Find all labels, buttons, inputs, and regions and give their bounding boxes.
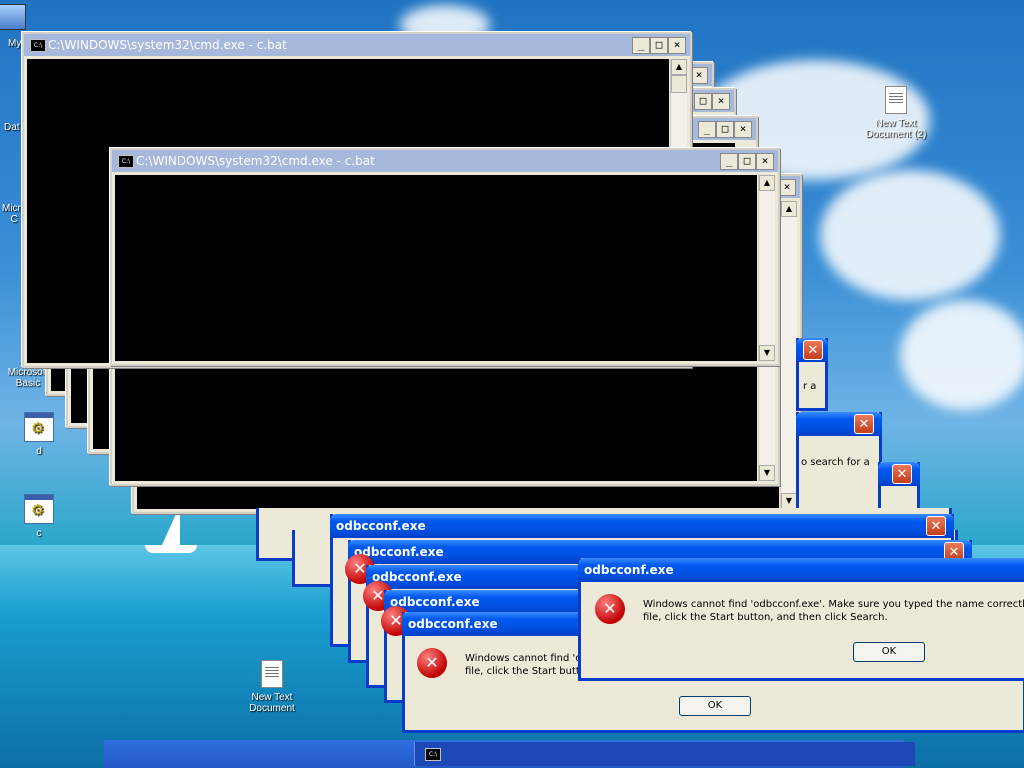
scroll-up-arrow-icon[interactable]: ▲ <box>781 201 797 217</box>
desktop-icon-label: New Text Document (2) <box>865 118 927 140</box>
cloud <box>820 170 1000 300</box>
dialog-title: odbcconf.exe <box>336 519 426 533</box>
close-button[interactable]: ✕ <box>926 516 946 536</box>
console-area[interactable] <box>115 175 757 361</box>
maximize-button[interactable]: □ <box>650 37 668 54</box>
error-icon: ✕ <box>595 594 625 624</box>
ok-button[interactable]: OK <box>679 696 751 716</box>
dialog-message: r a <box>803 381 817 392</box>
dialog-title-bar[interactable]: odbcconf.exe <box>578 558 1024 582</box>
close-button[interactable]: × <box>668 37 686 54</box>
desktop-icon-label: d <box>36 446 42 457</box>
dialog-title: odbcconf.exe <box>372 570 462 584</box>
cmd-title-bar[interactable]: C:\ C:\WINDOWS\system32\cmd.exe - c.bat <box>24 34 690 56</box>
minimize-button[interactable]: _ <box>632 37 650 54</box>
close-button[interactable]: ✕ <box>892 464 912 484</box>
desktop-icon-new-text-document[interactable]: New Text Document <box>232 660 312 714</box>
dialog-message: Windows cannot find 'oc file, click the … <box>465 653 587 677</box>
close-button[interactable]: ✕ <box>803 340 823 360</box>
taskbar-button-cmd[interactable]: C:\ <box>414 742 915 766</box>
dialog-title: odbcconf.exe <box>390 595 480 609</box>
dialog-message: Windows cannot find 'odbcconf.exe'. Make… <box>643 599 1024 623</box>
minimize-button[interactable]: _ <box>698 121 716 138</box>
dialog-title-bar[interactable]: odbcconf.exe <box>330 514 954 538</box>
close-button[interactable]: × <box>734 121 752 138</box>
maximize-button[interactable]: □ <box>694 93 712 110</box>
close-button[interactable]: × <box>712 93 730 110</box>
cmd-window-front[interactable]: C:\ C:\WINDOWS\system32\cmd.exe - c.bat … <box>110 148 780 366</box>
dialog-title: odbcconf.exe <box>408 617 498 631</box>
scroll-down-arrow-icon[interactable]: ▼ <box>781 493 797 509</box>
text-document-icon <box>885 86 907 114</box>
scrollbar-thumb[interactable] <box>671 75 687 93</box>
desktop-icon-my-computer[interactable]: My <box>0 4 50 49</box>
desktop-icon-label: My <box>8 38 22 49</box>
scroll-down-arrow-icon[interactable]: ▼ <box>759 465 775 481</box>
error-icon: ✕ <box>417 648 447 678</box>
maximize-button[interactable]: □ <box>716 121 734 138</box>
desktop-icon-label: c <box>36 528 42 539</box>
desktop-icon-label: Dat <box>4 122 20 133</box>
close-button[interactable]: × <box>756 153 774 170</box>
desktop-icon-new-text-document-2[interactable]: New Text Document (2) <box>856 86 936 140</box>
error-dialog-partial[interactable]: ✕ o search for a <box>796 412 882 515</box>
batch-file-icon <box>24 412 54 442</box>
window-title: C:\WINDOWS\system32\cmd.exe - c.bat <box>48 38 287 52</box>
maximize-button[interactable]: □ <box>738 153 756 170</box>
scroll-down-arrow-icon[interactable]: ▼ <box>759 345 775 361</box>
ok-button[interactable]: OK <box>853 642 925 662</box>
console-icon: C:\ <box>30 39 46 52</box>
desktop-icon-label: Microsoft Basic <box>7 367 49 389</box>
close-button[interactable]: ✕ <box>854 414 874 434</box>
desktop-icon-label: New Text Document <box>249 692 295 714</box>
console-icon: C:\ <box>425 748 441 761</box>
minimize-button[interactable]: _ <box>720 153 738 170</box>
taskbar: C:\ <box>104 740 915 768</box>
error-dialog-front[interactable]: odbcconf.exe ✕ Windows cannot find 'odbc… <box>578 558 1024 681</box>
window-title: C:\WINDOWS\system32\cmd.exe - c.bat <box>136 154 375 168</box>
dialog-message: o search for a <box>801 457 870 468</box>
scroll-up-arrow-icon[interactable]: ▲ <box>671 59 687 75</box>
vertical-scrollbar[interactable]: ▲ ▼ <box>758 175 775 361</box>
error-dialog-partial[interactable]: ✕ r a <box>796 338 828 411</box>
vertical-scrollbar[interactable]: ▲ ▼ <box>780 201 797 509</box>
cloud <box>900 300 1024 410</box>
computer-icon <box>0 4 26 30</box>
cmd-title-bar[interactable]: C:\ C:\WINDOWS\system32\cmd.exe - c.bat <box>112 150 778 172</box>
console-icon: C:\ <box>118 155 134 168</box>
close-button[interactable]: × <box>778 179 796 196</box>
scroll-up-arrow-icon[interactable]: ▲ <box>759 175 775 191</box>
text-document-icon <box>261 660 283 688</box>
close-button[interactable]: × <box>690 67 708 84</box>
batch-file-icon <box>24 494 54 524</box>
dialog-title: odbcconf.exe <box>584 563 674 577</box>
desktop-icon-c[interactable]: c <box>0 494 79 539</box>
